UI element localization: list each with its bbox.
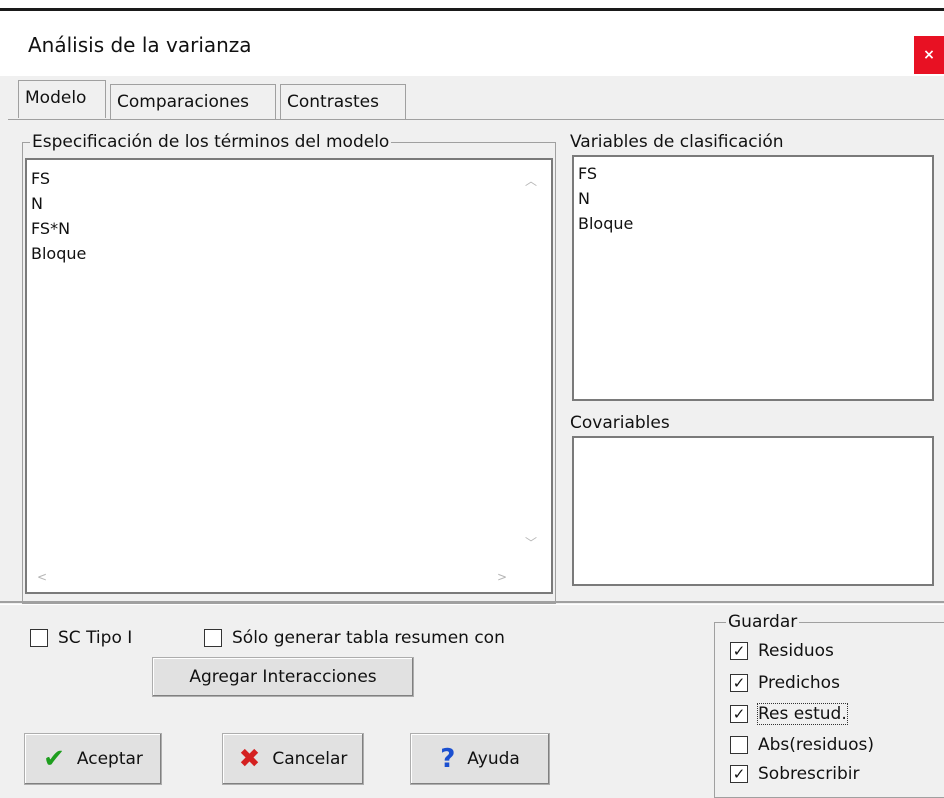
tab-divider [8, 119, 944, 120]
list-item[interactable]: N [27, 191, 551, 216]
title-bar: Análisis de la varianza × [0, 11, 944, 76]
close-button[interactable]: × [914, 36, 944, 74]
list-item[interactable]: N [574, 186, 932, 211]
close-icon: × [923, 47, 935, 63]
list-item[interactable]: FS [574, 161, 932, 186]
help-question-icon: ? [440, 744, 456, 774]
list-item[interactable]: Bloque [574, 211, 932, 236]
res-estud-checkbox[interactable]: ✓ Res estud. [730, 703, 848, 725]
classification-vars-list[interactable]: FS N Bloque [572, 155, 934, 401]
add-interactions-button[interactable]: Agregar Interacciones [152, 657, 414, 697]
sc-tipo1-label: SC Tipo I [58, 628, 133, 648]
cancel-button[interactable]: ✖ Cancelar [222, 733, 364, 785]
sc-tipo1-checkbox[interactable]: SC Tipo I [30, 628, 132, 648]
scroll-left-icon[interactable]: < [37, 570, 47, 584]
checkbox-box[interactable]: ✓ [730, 674, 748, 692]
tab-comparaciones[interactable]: Comparaciones [110, 84, 276, 120]
model-terms-list[interactable]: FS N FS*N Bloque ︿ ﹀ < > [25, 158, 553, 594]
scroll-right-icon[interactable]: > [497, 570, 507, 584]
covariates-list[interactable] [572, 436, 934, 586]
separator [0, 601, 944, 605]
sobrescribir-checkbox[interactable]: ✓ Sobrescribir [730, 764, 859, 784]
model-terms-label: Especificación de los términos del model… [30, 132, 392, 152]
covariates-label: Covariables [568, 413, 672, 433]
checkbox-box[interactable]: ✓ [730, 642, 748, 660]
solo-tabla-label: Sólo generar tabla resumen con [232, 628, 505, 648]
list-item[interactable]: FS*N [27, 216, 551, 241]
accept-label: Aceptar [76, 749, 143, 769]
classification-vars-label: Variables de clasificación [568, 132, 786, 152]
predichos-label: Predichos [758, 673, 840, 693]
help-label: Ayuda [467, 749, 520, 769]
window-title: Análisis de la varianza [28, 33, 252, 57]
list-item[interactable]: FS [27, 166, 551, 191]
window-top-border [0, 0, 944, 11]
check-icon: ✔ [43, 744, 65, 774]
scroll-up-icon[interactable]: ︿ [525, 172, 537, 189]
accept-button[interactable]: ✔ Aceptar [24, 733, 162, 785]
sobrescribir-label: Sobrescribir [758, 764, 860, 784]
cancel-label: Cancelar [272, 749, 348, 769]
checkbox-box[interactable] [730, 736, 748, 754]
checkbox-box[interactable]: ✓ [730, 765, 748, 783]
residuos-label: Residuos [758, 641, 834, 661]
solo-tabla-checkbox[interactable]: Sólo generar tabla resumen con [204, 628, 505, 648]
abs-residuos-checkbox[interactable]: Abs(residuos) [730, 735, 874, 755]
list-item[interactable]: Bloque [27, 241, 551, 266]
res-estud-label: Res estud. [757, 703, 848, 725]
residuos-checkbox[interactable]: ✓ Residuos [730, 641, 834, 661]
tab-modelo[interactable]: Modelo [18, 80, 106, 118]
tab-contrastes[interactable]: Contrastes [280, 84, 406, 120]
x-icon: ✖ [238, 744, 261, 774]
predichos-checkbox[interactable]: ✓ Predichos [730, 673, 840, 693]
guardar-label: Guardar [726, 612, 800, 632]
help-button[interactable]: ? Ayuda [410, 733, 550, 785]
checkbox-box[interactable]: ✓ [730, 705, 748, 723]
abs-residuos-label: Abs(residuos) [758, 735, 875, 755]
scroll-down-icon[interactable]: ﹀ [525, 534, 537, 551]
checkbox-box[interactable] [204, 629, 222, 647]
checkbox-box[interactable] [30, 629, 48, 647]
